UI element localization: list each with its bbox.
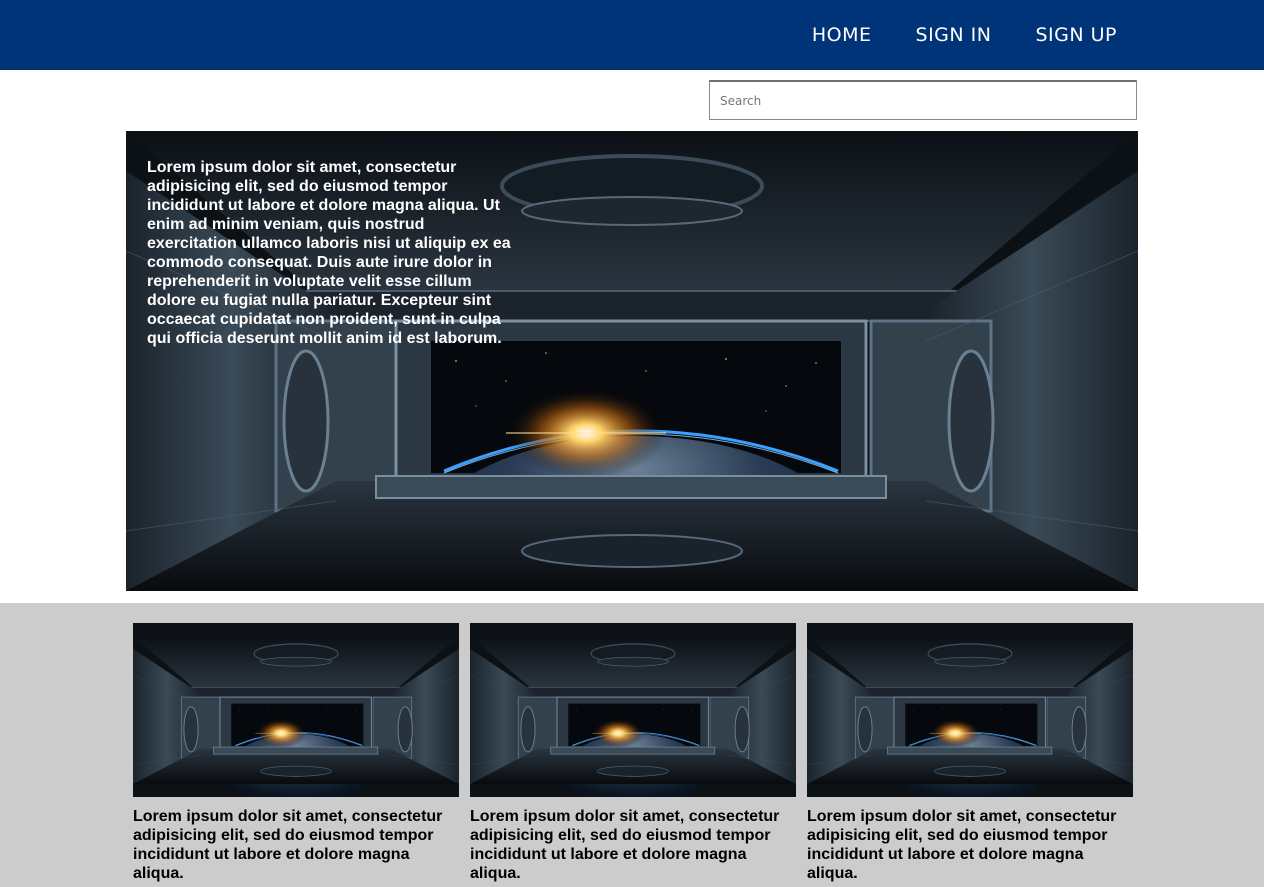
card: Lorem ipsum dolor sit amet, consectetur … [807,623,1133,883]
card-text: Lorem ipsum dolor sit amet, consectetur … [470,808,780,882]
main-nav: HOME SIGN IN SIGN UP [768,0,1117,70]
card-text: Lorem ipsum dolor sit amet, consectetur … [133,808,443,882]
search-input[interactable] [709,80,1137,120]
card: Lorem ipsum dolor sit amet, consectetur … [133,623,459,883]
card-image [133,623,459,797]
nav-sign-up-link[interactable]: SIGN UP [1035,24,1117,46]
nav-home-link[interactable]: HOME [812,24,872,46]
nav-sign-in-link[interactable]: SIGN IN [916,24,992,46]
card-text: Lorem ipsum dolor sit amet, consectetur … [807,808,1117,882]
card-image [470,623,796,797]
card-image [807,623,1133,797]
hero-banner: Lorem ipsum dolor sit amet, consectetur … [126,131,1138,591]
hero-text: Lorem ipsum dolor sit amet, consectetur … [147,159,511,347]
header-bar: HOME SIGN IN SIGN UP [0,0,1264,70]
card: Lorem ipsum dolor sit amet, consectetur … [470,623,796,883]
